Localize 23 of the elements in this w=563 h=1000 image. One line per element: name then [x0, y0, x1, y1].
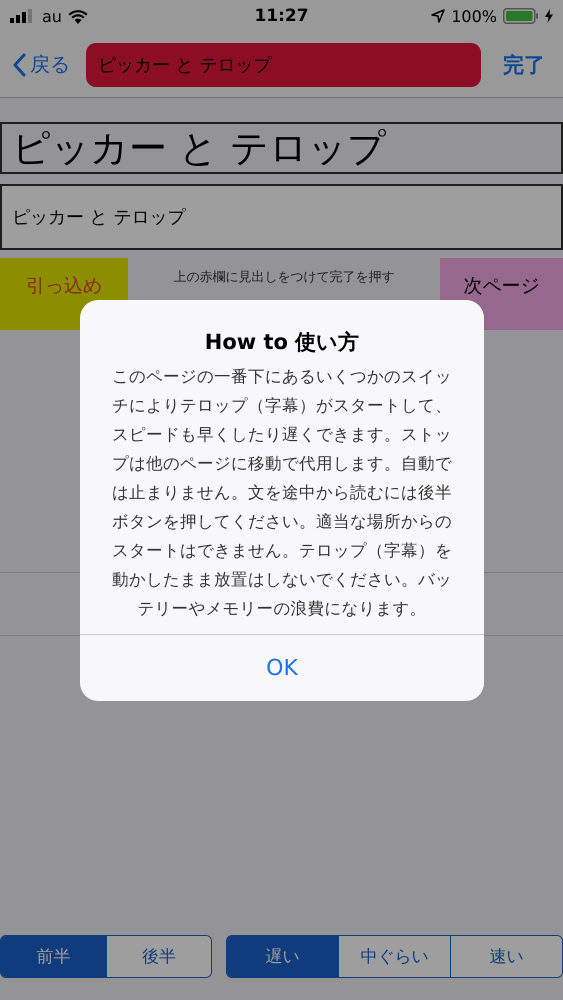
- segment-button[interactable]: 遅い: [227, 936, 338, 977]
- back-label: 戻る: [30, 51, 70, 78]
- back-button[interactable]: 戻る: [12, 51, 70, 78]
- segment-button[interactable]: 中ぐらい: [338, 936, 450, 977]
- alert-message: このページの一番下にあるいくつかのスイッチによりテロップ（字幕）がスタートして、スピードも早くしたり遅くできます。ストップは他のページに移動で代用します。自動では止まりません。文を途中から読むには後半ボタンを押してください。適当な場所からのスタートはできません。テロップ（字幕）を動かしたまま放置はしないでください。バッテリーやメモリーの浪費になります。: [111, 366, 453, 620]
- segment-button[interactable]: 後半: [106, 936, 211, 977]
- segment-button[interactable]: 速い: [450, 936, 562, 977]
- alert-title: How to 使い方: [204, 329, 360, 356]
- location-arrow-icon: [431, 9, 446, 23]
- battery-percentage: 100%: [451, 6, 497, 26]
- battery-icon: [503, 8, 539, 24]
- carrier-name: au: [42, 6, 62, 26]
- charging-bolt-icon: [545, 9, 553, 23]
- clock-time: 11:27: [254, 6, 309, 26]
- done-button[interactable]: 完了: [497, 50, 551, 78]
- chevron-left-icon: [12, 52, 26, 76]
- segment-button[interactable]: 前半: [1, 936, 106, 977]
- ok-button[interactable]: OK: [80, 635, 484, 701]
- title-input-field[interactable]: ピッカー と テロップ: [86, 42, 481, 86]
- hint-text: 上の赤欄に見出しをつけて完了を押す: [172, 269, 396, 286]
- wifi-icon: [68, 8, 88, 24]
- text-input-field[interactable]: ピッカー と テロップ: [0, 184, 563, 250]
- heading-display: ピッカー と テロップ: [0, 122, 563, 174]
